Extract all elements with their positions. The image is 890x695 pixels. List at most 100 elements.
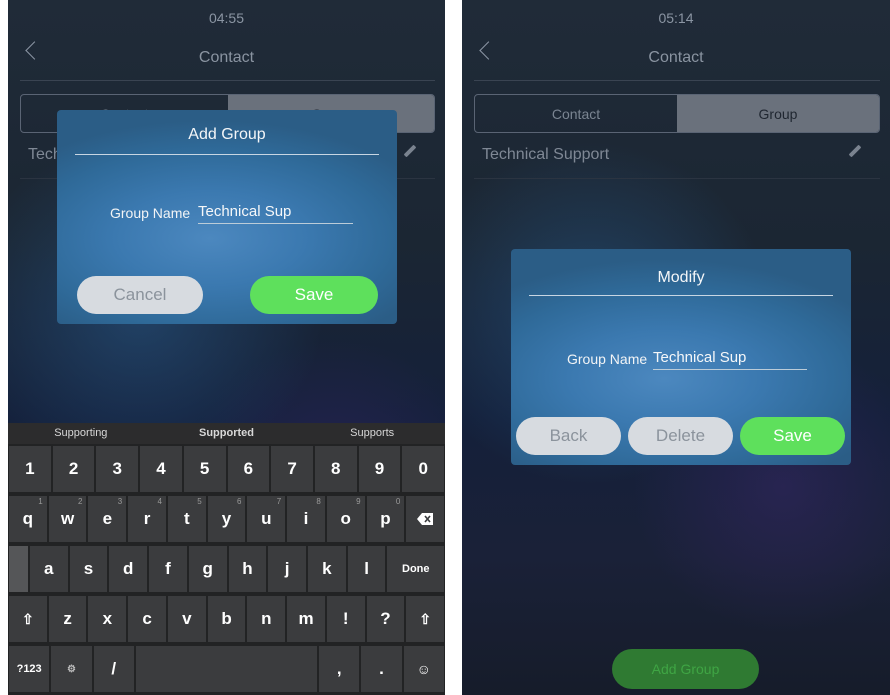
status-time: 05:14	[658, 10, 694, 26]
group-name-label: Group Name	[110, 205, 191, 221]
emoji-key[interactable]: ☺	[403, 646, 444, 692]
key-x[interactable]: x	[88, 596, 127, 642]
keyboard-row-numbers: 1 2 3 4 5 6 7 8 9 0	[8, 446, 445, 492]
key-z[interactable]: z	[48, 596, 87, 642]
shift-right-key[interactable]: ⇧	[406, 596, 445, 642]
key-label: w	[60, 509, 75, 528]
key-exclamation[interactable]: !	[326, 596, 365, 642]
right-screen: 05:14 Contact Contact Group Technical Su…	[462, 0, 890, 695]
backspace-key[interactable]	[406, 496, 445, 542]
key-5[interactable]: 5	[183, 446, 226, 492]
key-label: q	[22, 509, 34, 528]
key-label: e	[102, 509, 113, 528]
edit-pencil-icon[interactable]	[848, 144, 862, 158]
key-m[interactable]: m	[287, 596, 325, 642]
key-q[interactable]: 1q	[9, 496, 47, 542]
key-i[interactable]: 8i	[287, 496, 325, 542]
keyboard-spacer	[9, 546, 28, 592]
key-d[interactable]: d	[109, 546, 148, 592]
suggestion-item[interactable]: Supporting	[8, 423, 154, 444]
key-1[interactable]: 1	[9, 446, 51, 492]
symbols-key[interactable]: ?123	[9, 646, 50, 692]
key-comma[interactable]: ,	[319, 646, 360, 692]
key-6[interactable]: 6	[227, 446, 270, 492]
key-w[interactable]: 2w	[48, 496, 87, 542]
key-hint: 8	[316, 497, 321, 506]
keyboard-row-q: 1q 2w 3e 4r 5t 6y 7u 8i 9o 0p	[8, 496, 445, 542]
keyboard-settings-icon: ⚙	[66, 663, 76, 675]
tab-contact[interactable]: Contact	[475, 95, 677, 132]
key-h[interactable]: h	[228, 546, 267, 592]
add-group-dialog: Add Group Group Name Technical Sup Cance…	[57, 110, 397, 324]
page-title: Contact	[198, 49, 255, 66]
key-e[interactable]: 3e	[88, 496, 127, 542]
group-name-input[interactable]: Technical Sup	[198, 203, 353, 224]
key-g[interactable]: g	[188, 546, 227, 592]
done-key[interactable]: Done	[387, 546, 445, 592]
key-k[interactable]: k	[308, 546, 346, 592]
key-label: p	[380, 509, 391, 528]
shift-icon: ⇧	[419, 610, 432, 627]
on-screen-keyboard: 1 2 3 4 5 6 7 8 9 0 1q 2w 3e 4r 5t 6y 7u…	[8, 444, 445, 695]
key-b[interactable]: b	[207, 596, 246, 642]
keyboard-row-z: ⇧ z x c v b n m ! ? ⇧	[8, 596, 445, 642]
key-v[interactable]: v	[167, 596, 206, 642]
key-label: t	[183, 509, 190, 528]
back-button[interactable]: Back	[516, 417, 621, 455]
suggestion-item[interactable]: Supported	[154, 423, 300, 444]
suggestion-item[interactable]: Supports	[299, 423, 445, 444]
key-label: r	[143, 509, 151, 528]
suggestion-bar: Supporting Supported Supports	[8, 423, 445, 444]
key-label: o	[340, 509, 351, 528]
key-a[interactable]: a	[29, 546, 68, 592]
cancel-button[interactable]: Cancel	[77, 276, 203, 314]
tab-group[interactable]: Group	[677, 95, 879, 132]
key-0[interactable]: 0	[402, 446, 445, 492]
group-row[interactable]: Technical Support	[482, 144, 870, 170]
key-hint: 7	[276, 497, 282, 506]
keyboard-settings-key[interactable]: ⚙	[51, 646, 92, 692]
key-t[interactable]: 5t	[167, 496, 206, 542]
keyboard-row-a: a s d f g h j k l Done	[8, 546, 445, 592]
key-hint: 9	[356, 497, 361, 506]
save-button[interactable]: Save	[250, 276, 378, 314]
key-period[interactable]: .	[361, 646, 402, 692]
key-hint: 4	[157, 497, 162, 506]
key-7[interactable]: 7	[271, 446, 313, 492]
delete-button[interactable]: Delete	[628, 417, 733, 455]
edit-pencil-icon[interactable]	[403, 144, 417, 158]
key-p[interactable]: 0p	[366, 496, 405, 542]
key-r[interactable]: 4r	[128, 496, 166, 542]
key-slash[interactable]: /	[93, 646, 134, 692]
key-y[interactable]: 6y	[207, 496, 246, 542]
key-8[interactable]: 8	[314, 446, 357, 492]
modify-group-dialog: Modify Group Name Technical Sup Back Del…	[511, 249, 851, 465]
key-f[interactable]: f	[149, 546, 187, 592]
dialog-divider	[75, 154, 379, 155]
save-button[interactable]: Save	[740, 417, 845, 455]
key-c[interactable]: c	[128, 596, 166, 642]
key-s[interactable]: s	[69, 546, 108, 592]
key-o[interactable]: 9o	[326, 496, 365, 542]
key-j[interactable]: j	[268, 546, 306, 592]
key-hint: 3	[117, 497, 123, 506]
group-name-input[interactable]: Technical Sup	[653, 349, 807, 370]
key-question[interactable]: ?	[366, 596, 405, 642]
key-l[interactable]: l	[347, 546, 386, 592]
add-group-button[interactable]: Add Group	[612, 649, 759, 689]
divider	[474, 80, 880, 81]
key-2[interactable]: 2	[52, 446, 95, 492]
key-u[interactable]: 7u	[247, 496, 286, 542]
key-9[interactable]: 9	[358, 446, 401, 492]
keyboard-row-bottom: ?123 ⚙ / , . ☺	[8, 646, 445, 692]
dialog-title: Modify	[657, 269, 705, 286]
divider	[474, 178, 880, 179]
shift-left-key[interactable]: ⇧	[9, 596, 47, 642]
key-3[interactable]: 3	[96, 446, 139, 492]
page-title: Contact	[648, 49, 704, 66]
space-key[interactable]	[135, 646, 318, 692]
key-n[interactable]: n	[247, 596, 286, 642]
key-4[interactable]: 4	[140, 446, 182, 492]
divider	[20, 80, 435, 81]
emoji-icon: ☺	[416, 661, 431, 677]
